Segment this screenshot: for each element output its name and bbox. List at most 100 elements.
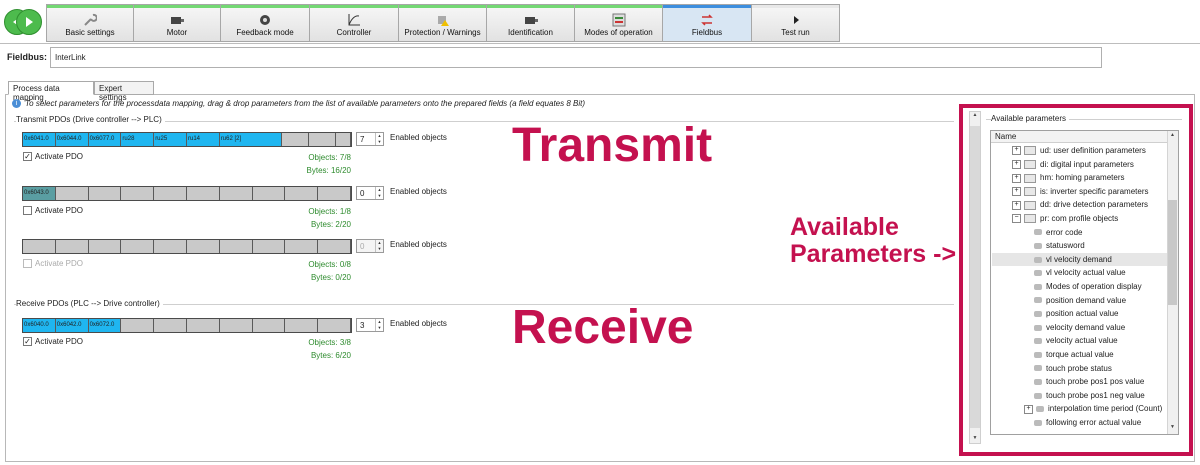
tx-pdo-2-bytes: Bytes: 2/20	[310, 220, 351, 229]
pdo-field-empty[interactable]	[187, 319, 220, 332]
main-toolbar: Basic settings Motor Feedback mode Contr…	[0, 0, 1200, 44]
tx-pdo-3-fields[interactable]	[22, 239, 352, 254]
pdo-field-mapped[interactable]: 0x6040.0	[23, 319, 56, 332]
rx-pdo-1-activate-label: Activate PDO	[35, 337, 84, 346]
rx-pdo-1-enabled-spinner[interactable]: 3 ▲ ▼	[356, 318, 384, 332]
tx-pdo-1-activate-label: Activate PDO	[35, 152, 84, 161]
pdo-field-empty[interactable]	[220, 240, 253, 253]
pdo-field-empty[interactable]	[285, 319, 319, 332]
fieldbus-icon	[701, 14, 713, 26]
pdo-field-empty[interactable]	[154, 187, 187, 200]
pdo-field-mapped[interactable]: ru14	[186, 133, 220, 146]
tx-pdo-3-enabled-spinner[interactable]: 0 ▲ ▼	[356, 239, 384, 253]
rx-pdo-1-objects: Objects: 3/8	[308, 338, 351, 347]
pdo-field-mapped[interactable]: 0x6044.0	[55, 133, 89, 146]
pdo-field-empty[interactable]	[318, 187, 351, 200]
spinner-arrows-icon: ▲ ▼	[375, 187, 383, 199]
pdo-field-empty[interactable]	[318, 319, 351, 332]
receive-annotation: Receive	[512, 301, 694, 354]
available-highlight-frame	[959, 104, 1193, 456]
motor-icon	[171, 17, 184, 24]
tab-basic-settings[interactable]: Basic settings	[46, 4, 134, 42]
tx-pdo-3-bytes: Bytes: 0/20	[310, 273, 351, 282]
tx-pdo-2-fields[interactable]: 0x6043.0	[22, 186, 352, 201]
pdo-field-empty[interactable]	[23, 240, 56, 253]
tx-pdo-1-enabled-label: Enabled objects	[390, 133, 447, 142]
pdo-field-empty[interactable]	[318, 240, 351, 253]
tab-process-data-mapping[interactable]: Process data mapping	[8, 81, 94, 102]
spinner-arrows-icon: ▲ ▼	[375, 133, 383, 145]
pdo-field-mapped[interactable]: 0x6042.0	[55, 319, 89, 332]
receive-group-title: Receive PDOs (PLC --> Drive controller)	[16, 299, 163, 308]
pdo-field-empty[interactable]	[253, 319, 286, 332]
rx-pdo-1-fields[interactable]: 0x6040.0 0x6042.0 0x6072.0	[22, 318, 352, 333]
pdo-field-empty[interactable]	[220, 319, 253, 332]
tab-motor[interactable]: Motor	[133, 4, 221, 42]
tab-expert-settings[interactable]: Expert settings	[94, 81, 154, 102]
tx-pdo-2-enabled-spinner[interactable]: 0 ▲ ▼	[356, 186, 384, 200]
available-annotation-line1: Available	[790, 213, 899, 241]
available-annotation-line2: Parameters ->	[790, 240, 957, 268]
tx-pdo-3-activate-checkbox[interactable]	[23, 259, 32, 268]
tab-protection-warnings[interactable]: Protection / Warnings	[398, 4, 487, 42]
tab-controller[interactable]: Controller	[309, 4, 399, 42]
tx-pdo-1-activate-checkbox[interactable]: ✓	[23, 152, 32, 161]
pdo-field-mapped[interactable]: 0x6077.0	[88, 133, 122, 146]
tx-pdo-1-bytes: Bytes: 16/20	[306, 166, 351, 175]
forward-button[interactable]	[16, 9, 42, 35]
tx-pdo-2-activate-checkbox[interactable]	[23, 206, 32, 215]
pdo-field-empty[interactable]	[285, 187, 319, 200]
tx-pdo-3-enabled-label: Enabled objects	[390, 240, 447, 249]
pdo-field-empty[interactable]	[56, 187, 89, 200]
pdo-field-empty[interactable]	[121, 319, 155, 332]
pdo-field-empty[interactable]	[187, 240, 220, 253]
encoder-icon	[260, 15, 270, 25]
motor-id-icon	[524, 17, 538, 24]
tx-pdo-3-activate-label: Activate PDO	[35, 259, 84, 268]
pdo-field-empty[interactable]	[89, 187, 122, 200]
play-icon	[793, 16, 799, 24]
pdo-field-empty[interactable]	[121, 240, 155, 253]
tx-pdo-2-activate-label: Activate PDO	[35, 206, 84, 215]
tx-pdo-1-objects: Objects: 7/8	[308, 153, 351, 162]
tab-test-run[interactable]: Test run	[751, 4, 840, 42]
pdo-field-empty[interactable]	[336, 133, 351, 146]
fieldbus-label: Fieldbus:	[7, 52, 47, 62]
tab-feedback-mode[interactable]: Feedback mode	[220, 4, 310, 42]
pdo-field-empty[interactable]	[220, 187, 253, 200]
graph-icon	[348, 14, 360, 26]
pdo-field-mapped[interactable]: 0x6041.0	[23, 133, 56, 146]
pdo-field-mapped[interactable]: ru25	[154, 133, 187, 146]
pdo-field-empty[interactable]	[253, 240, 286, 253]
tx-pdo-3-objects: Objects: 0/8	[308, 260, 351, 269]
pdo-field-empty[interactable]	[282, 133, 310, 146]
pdo-field-mapped[interactable]: 0x6072.0	[88, 319, 122, 332]
pdo-field-empty[interactable]	[56, 240, 89, 253]
transmit-annotation: Transmit	[512, 119, 713, 172]
pdo-field-empty[interactable]	[154, 240, 187, 253]
pdo-field-empty[interactable]	[285, 240, 319, 253]
tx-pdo-1-fields[interactable]: 0x6041.0 0x6044.0 0x6077.0 ru28 ru25 ru14 ru62…	[22, 132, 352, 147]
pdo-field-empty[interactable]	[187, 187, 220, 200]
rx-pdo-1-activate-checkbox[interactable]: ✓	[23, 337, 32, 346]
tab-fieldbus[interactable]: Fieldbus	[662, 4, 752, 42]
tx-pdo-1-enabled-spinner[interactable]: 7 ▲ ▼	[356, 132, 384, 146]
pdo-field-empty[interactable]	[253, 187, 286, 200]
rx-pdo-1-bytes: Bytes: 6/20	[310, 351, 351, 360]
pdo-field-mapped[interactable]: 0x6043.0	[23, 187, 56, 200]
pdo-field-empty[interactable]	[89, 240, 122, 253]
transmit-group-title: Transmit PDOs (Drive controller --> PLC)	[16, 115, 165, 124]
tab-modes-of-operation[interactable]: Modes of operation	[574, 4, 663, 42]
tab-identification[interactable]: Identification	[486, 4, 575, 42]
pdo-field-mapped[interactable]: ru62 [2]	[219, 133, 283, 146]
fieldbus-field[interactable]: InterLink	[50, 47, 1102, 68]
pdo-field-empty[interactable]	[121, 187, 155, 200]
wrench-icon	[84, 13, 97, 26]
warning-icon	[437, 16, 449, 26]
arrow-right-icon	[26, 17, 33, 27]
pdo-field-mapped[interactable]: ru28	[121, 133, 155, 146]
spinner-arrows-icon: ▲ ▼	[375, 240, 383, 252]
pdo-field-empty[interactable]	[309, 133, 337, 146]
pdo-field-empty[interactable]	[154, 319, 187, 332]
tx-pdo-2-enabled-label: Enabled objects	[390, 187, 447, 196]
